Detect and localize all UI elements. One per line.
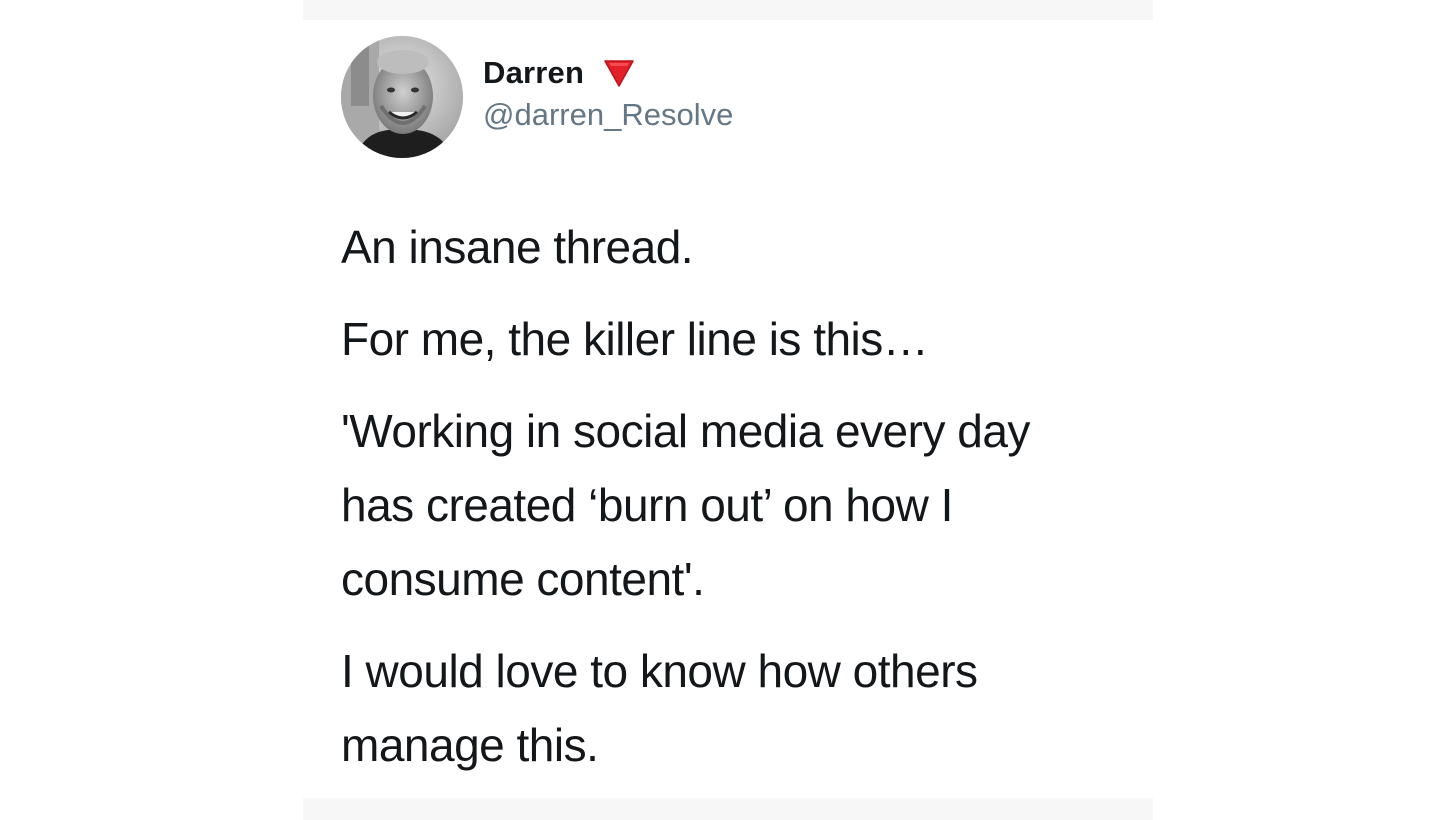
author-handle[interactable]: @darren_Resolve xyxy=(483,97,733,133)
author-display-name[interactable]: Darren xyxy=(483,55,584,91)
card-bottom-edge xyxy=(303,798,1153,820)
author-names: Darren @darren_Resolve xyxy=(483,55,733,133)
avatar-portrait xyxy=(341,36,463,158)
tweet-text: An insane thread. For me, the killer lin… xyxy=(341,210,1141,800)
tweet-paragraph: For me, the killer line is this… xyxy=(341,313,929,365)
tweet-paragraph: An insane thread. xyxy=(341,221,694,273)
tweet-paragraph: 'Working in social media every day has c… xyxy=(341,405,1030,605)
card-top-edge xyxy=(303,0,1153,20)
tweet-card: Darren @darren_Resolve An insane thread.… xyxy=(303,0,1153,820)
avatar[interactable] xyxy=(341,36,463,158)
tweet-header: Darren @darren_Resolve xyxy=(341,36,733,158)
name-row: Darren xyxy=(483,55,733,91)
tweet-paragraph: I would love to know how others manage t… xyxy=(341,645,978,771)
red-triangle-down-icon xyxy=(602,58,636,88)
